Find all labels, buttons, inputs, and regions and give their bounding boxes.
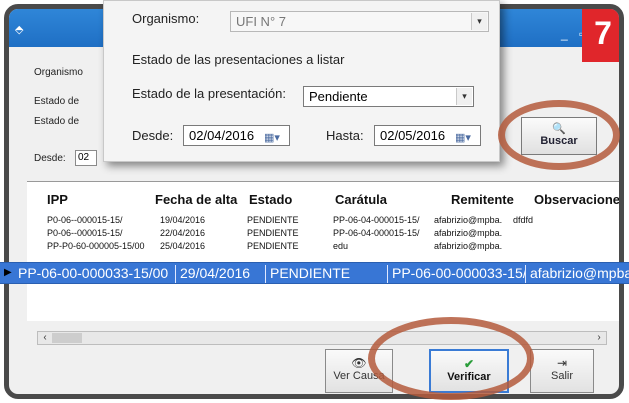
filter-panel-zoom: Organismo: UFI N° 7 ▾ Estado de las pres… [103,0,500,162]
desde-date-input[interactable]: 02/04/2016 ▦▾ [183,125,290,146]
desde-value: 02/04/2016 [189,128,255,143]
chevron-down-icon[interactable]: ▾ [456,88,472,105]
cell-estado: PENDIENTE [268,265,388,283]
scroll-right-icon[interactable]: › [592,331,606,345]
minimize-button[interactable]: _ [561,27,568,41]
estado-label-behind-2: Estado de [34,116,80,127]
app-icon: ⬘ [15,24,24,36]
ver-causa-label: Ver Causa [333,370,385,382]
scroll-left-icon[interactable]: ‹ [38,331,52,345]
cell-remitente: afabrizio@mpba. [434,215,503,225]
salir-button[interactable]: ⇥ Salir [530,349,594,393]
ver-causa-button[interactable]: 👁 Ver Causa [325,349,393,393]
cell-caratula: PP-06-00-000033-15/ [392,265,526,283]
hasta-value: 02/05/2016 [380,128,446,143]
cell-caratula: edu [333,241,349,251]
cell-ipp: PP-06-00-000033-15/00 [16,265,176,283]
cell-remitente: afabrizio@mpba. [434,228,503,238]
search-icon: 🔍 [552,123,566,135]
col-caratula[interactable]: Carátula [335,192,387,207]
estado-label-behind-1: Estado de [34,96,80,107]
organismo-label: Organismo: [132,11,200,26]
cell-remitente: afabrizio@mpba [530,265,629,281]
section-title: Estado de las presentaciones a listar [132,52,345,67]
hasta-label: Hasta: [326,128,364,143]
hasta-date-input[interactable]: 02/05/2016 ▦▾ [374,125,481,146]
calendar-icon[interactable]: ▦▾ [264,129,286,144]
organismo-select: UFI N° 7 ▾ [230,11,489,32]
cell-estado: PENDIENTE [247,215,299,225]
cell-caratula: PP-06-04-000015-15/ [333,228,420,238]
col-remitente[interactable]: Remitente [451,192,514,207]
horizontal-scrollbar[interactable]: ‹ › [37,331,607,345]
selected-table-row[interactable]: ▶ PP-06-00-000033-15/00 29/04/2016 PENDI… [0,262,629,284]
cell-caratula: PP-06-04-000015-15/ [333,215,420,225]
eye-icon: 👁 [351,356,367,370]
cell-fecha: 19/04/2016 [160,215,206,225]
check-icon: ✔ [463,357,475,371]
verificar-label: Verificar [447,371,491,383]
buscar-button[interactable]: 🔍 Buscar [521,117,597,155]
exit-door-icon: ⇥ [556,356,568,370]
cell-observaciones: dfdfd [513,215,534,225]
grid-header: IPP Fecha de alta Estado Carátula Remite… [27,192,619,210]
cell-ipp: P0-06--000015-15/ [47,228,123,238]
row-pointer-icon: ▶ [4,267,12,278]
cell-remitente: afabrizio@mpba. [434,241,503,251]
col-estado[interactable]: Estado [249,192,292,207]
cell-estado: PENDIENTE [247,228,299,238]
cell-ipp: PP-P0-60-000005-15/00 [47,241,145,251]
step-badge: 7 [582,9,619,62]
scroll-thumb[interactable] [52,333,82,343]
presentations-grid: IPP Fecha de alta Estado Carátula Remite… [27,181,619,321]
salir-label: Salir [550,370,573,382]
cell-ipp: P0-06--000015-15/ [47,215,123,225]
chevron-down-icon: ▾ [471,13,487,30]
organismo-label-behind: Organismo [34,67,83,78]
calendar-icon[interactable]: ▦▾ [455,129,477,144]
verificar-button[interactable]: ✔ Verificar [429,349,509,393]
cell-fecha: 25/04/2016 [160,241,206,251]
col-observaciones[interactable]: Observaciones [534,192,619,207]
col-fecha-alta[interactable]: Fecha de alta [155,192,237,207]
cell-estado: PENDIENTE [247,241,299,251]
cell-fecha: 22/04/2016 [160,228,206,238]
table-row[interactable]: P0-06--000015-15/ 19/04/2016 PENDIENTE P… [27,215,619,227]
estado-value: Pendiente [309,89,368,104]
buscar-label: Buscar [540,135,578,147]
estado-select[interactable]: Pendiente ▾ [303,86,474,107]
table-row[interactable]: P0-06--000015-15/ 22/04/2016 PENDIENTE P… [27,228,619,240]
desde-label-behind: Desde: [34,153,66,164]
estado-label: Estado de la presentación: [132,86,286,101]
desde-input-behind[interactable]: 02 [75,150,97,166]
desde-label: Desde: [132,128,174,143]
cell-fecha: 29/04/2016 [178,265,266,283]
col-ipp[interactable]: IPP [47,192,68,207]
table-row[interactable]: PP-P0-60-000005-15/00 25/04/2016 PENDIEN… [27,241,619,253]
organismo-value: UFI N° 7 [236,14,286,29]
